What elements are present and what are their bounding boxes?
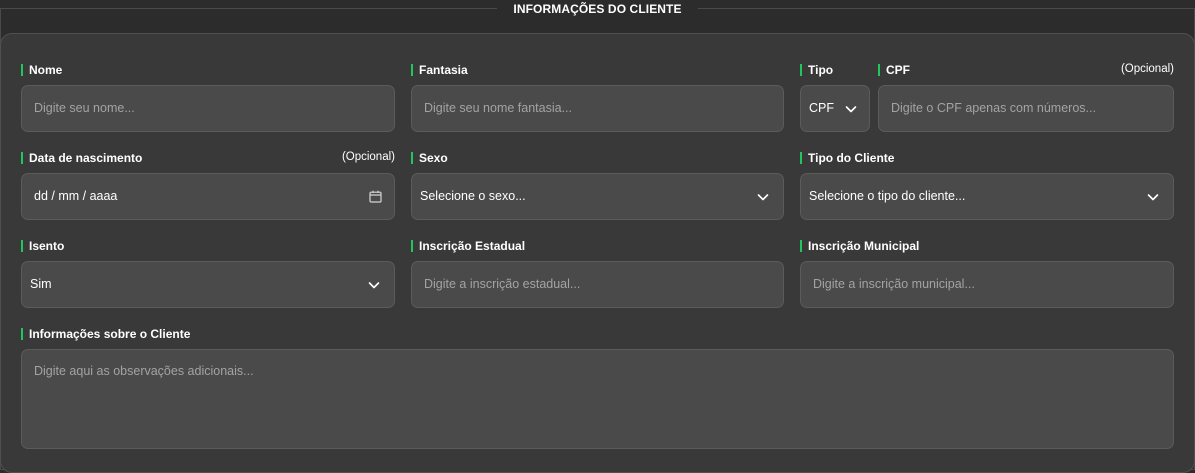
inscricao-municipal-label: Inscrição Municipal: [800, 239, 919, 253]
sexo-select-value: Selecione o sexo...: [420, 189, 526, 203]
cpf-optional-label: (Opcional): [1120, 63, 1174, 75]
nascimento-date-value: dd / mm / aaaa: [34, 189, 118, 203]
isento-select-value: Sim: [30, 277, 52, 291]
cpf-label: CPF: [878, 63, 910, 77]
nascimento-label: Data de nascimento: [21, 151, 142, 165]
chevron-down-icon: [757, 194, 769, 201]
inscricao-estadual-label: Inscrição Estadual: [411, 239, 525, 253]
fantasia-label: Fantasia: [411, 63, 468, 77]
nome-label: Nome: [21, 63, 62, 77]
informacoes-textarea[interactable]: Digite aqui as observações adicionais...: [21, 349, 1174, 449]
nome-input[interactable]: Digite seu nome...: [21, 85, 395, 132]
nascimento-optional-label: (Opcional): [341, 151, 395, 163]
calendar-icon[interactable]: [369, 190, 382, 203]
cpf-input[interactable]: Digite o CPF apenas com números...: [878, 85, 1174, 132]
isento-label: Isento: [21, 239, 64, 253]
chevron-down-icon: [368, 282, 380, 289]
sexo-label: Sexo: [411, 151, 448, 165]
inscricao-municipal-input[interactable]: Digite a inscrição municipal...: [800, 261, 1174, 308]
tipo-cliente-label: Tipo do Cliente: [800, 151, 894, 165]
tipo-cliente-select[interactable]: Selecione o tipo do cliente...: [800, 173, 1174, 220]
tipo-label: Tipo: [800, 63, 833, 77]
section-title: INFORMAÇÕES DO CLIENTE: [0, 0, 1195, 18]
chevron-down-icon: [845, 106, 857, 113]
sexo-select[interactable]: Selecione o sexo...: [411, 173, 784, 220]
isento-select[interactable]: Sim: [21, 261, 395, 308]
nascimento-date-input[interactable]: dd / mm / aaaa: [21, 173, 395, 220]
tipo-select-value: CPF: [809, 101, 834, 115]
tipo-select[interactable]: CPF: [800, 85, 870, 132]
inscricao-estadual-input[interactable]: Digite a inscrição estadual...: [411, 261, 784, 308]
tipo-cliente-select-value: Selecione o tipo do cliente...: [809, 189, 966, 203]
informacoes-label: Informações sobre o Cliente: [21, 327, 190, 341]
chevron-down-icon: [1147, 194, 1159, 201]
fantasia-input[interactable]: Digite seu nome fantasia...: [411, 85, 784, 132]
section-title-text: INFORMAÇÕES DO CLIENTE: [497, 1, 698, 18]
